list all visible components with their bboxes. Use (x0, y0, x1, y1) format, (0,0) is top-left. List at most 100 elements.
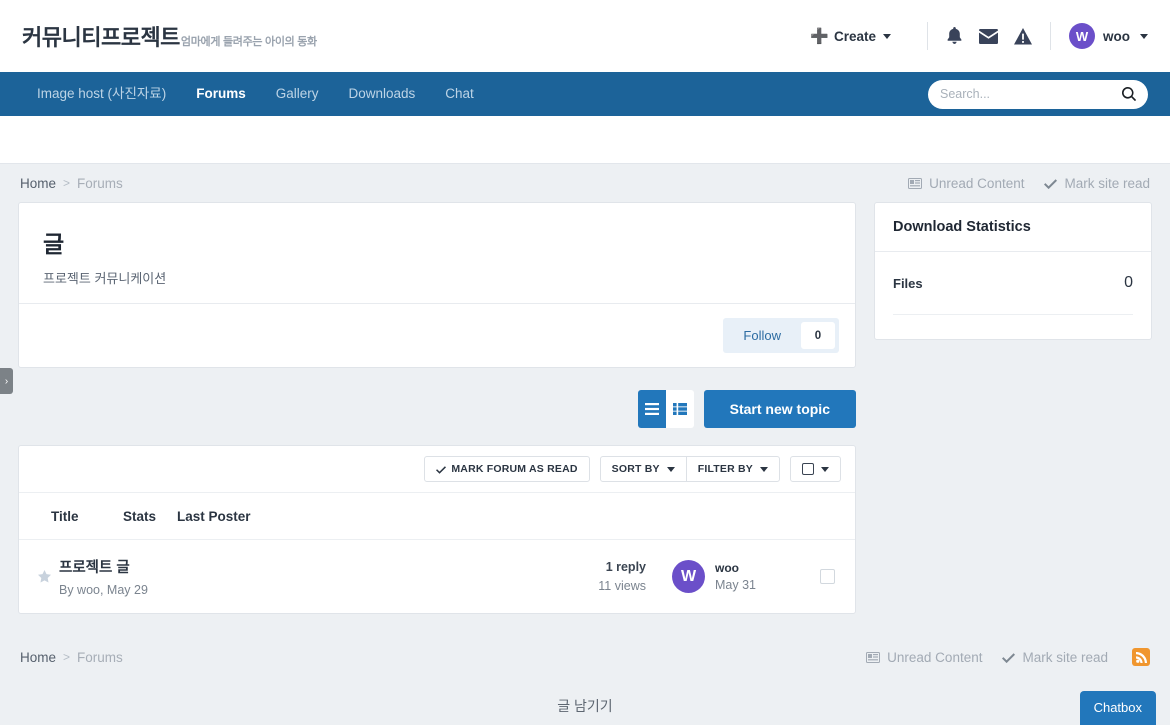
nav-item-gallery[interactable]: Gallery (261, 72, 334, 116)
search-input[interactable] (940, 87, 1122, 101)
rss-feed-icon[interactable] (1132, 648, 1150, 666)
site-footer: 글 남기기 Copyright 2009 ©YANODESIGN HP. 050… (18, 678, 1152, 725)
table-row[interactable]: 프로젝트 글 By woo, May 29 1 reply 11 views W… (19, 540, 855, 613)
mark-site-read-label: Mark site read (1064, 175, 1150, 191)
brand-tagline: 엄마에게 들려주는 아이의 동화 (180, 36, 317, 48)
chevron-down-icon (883, 33, 891, 39)
main-navigation: Image host (사진자료) Forums Gallery Downloa… (0, 72, 1170, 126)
download-statistics-panel: Download Statistics Files 0 (874, 202, 1152, 340)
footer-breadcrumb-home[interactable]: Home (20, 650, 56, 665)
footer-breadcrumb-separator: > (63, 650, 71, 664)
select-all-dropdown-button[interactable] (790, 456, 841, 482)
breadcrumb-current: Forums (77, 175, 123, 191)
star-icon[interactable] (33, 570, 55, 583)
forum-header-card: 글 프로젝트 커뮤니케이션 Follow 0 (18, 202, 856, 368)
check-icon (1044, 178, 1058, 189)
messages-envelope-icon[interactable] (979, 28, 998, 44)
nav-item-image-host[interactable]: Image host (사진자료) (22, 72, 181, 116)
chevron-right-icon: › (4, 375, 9, 387)
main-grid: 글 프로젝트 커뮤니케이션 Follow 0 Start new topic M… (18, 202, 1152, 614)
create-button-label: Create (833, 28, 876, 44)
check-icon (1002, 652, 1016, 663)
filter-by-button[interactable]: FILTER BY (685, 456, 780, 482)
stat-row-files: Files 0 (893, 274, 1133, 315)
footer-unread-content-link[interactable]: Unread Content (866, 650, 982, 665)
list-view-button[interactable] (637, 390, 666, 428)
brand-title: 커뮤니티프로젝트 (22, 25, 180, 50)
sidebar-expand-tab[interactable]: › (0, 368, 13, 394)
unread-content-link[interactable]: Unread Content (908, 176, 1024, 191)
chevron-down-icon (1140, 33, 1148, 39)
nav-item-downloads[interactable]: Downloads (334, 72, 431, 116)
follow-count-badge: 0 (801, 322, 835, 349)
chevron-down-icon (760, 466, 768, 472)
column-header-stats: Stats (123, 509, 157, 524)
column-header-title: Title (51, 509, 79, 524)
panel-spacer (893, 315, 1133, 333)
sidebar: Download Statistics Files 0 (874, 202, 1152, 340)
chevron-down-icon (821, 466, 829, 472)
nav-item-chat[interactable]: Chat (430, 72, 489, 116)
forum-description: 프로젝트 커뮤니케이션 (43, 271, 167, 286)
filter-by-label: FILTER BY (697, 463, 753, 475)
search-box (928, 79, 1148, 109)
footer-title: 글 남기기 (557, 698, 613, 714)
header-actions: ➕ Create W woo (810, 19, 1148, 53)
chevron-down-icon (666, 466, 675, 472)
topic-tools: Start new topic (18, 390, 856, 428)
search-button[interactable] (1122, 87, 1136, 101)
topic-title-link[interactable]: 프로젝트 글 (59, 556, 562, 577)
last-poster-name[interactable]: woo (715, 561, 756, 575)
site-brand[interactable]: 커뮤니티프로젝트 엄마에게 들려주는 아이의 동화 (22, 20, 317, 52)
footer-breadcrumb: Home > Forums Unread Content Mark site r… (18, 636, 1152, 678)
download-statistics-title: Download Statistics (875, 203, 1151, 252)
unread-content-icon (908, 177, 923, 189)
mark-site-read-link[interactable]: Mark site read (1044, 176, 1150, 191)
view-toggle-group (637, 390, 694, 428)
sort-by-button[interactable]: SORT BY (599, 456, 687, 482)
user-menu[interactable]: W woo (1069, 23, 1148, 49)
stat-label: Files (893, 275, 923, 291)
header-divider-2 (1050, 22, 1051, 50)
follow-button[interactable]: Follow (727, 322, 797, 349)
breadcrumb-home[interactable]: Home (20, 176, 56, 191)
footer-mark-site-read-link[interactable]: Mark site read (1002, 650, 1108, 665)
notifications-bell-icon[interactable] (946, 27, 963, 45)
avatar: W (672, 560, 705, 593)
topic-list-header: Title Stats Last Poster (19, 493, 855, 540)
unread-content-label: Unread Content (929, 175, 1025, 191)
nav-underband (0, 116, 1170, 164)
site-header: 커뮤니티프로젝트 엄마에게 들려주는 아이의 동화 ➕ Create W woo (0, 0, 1170, 72)
topic-reply-count: 1 reply (605, 560, 646, 575)
plus-icon: ➕ (810, 27, 829, 45)
nav-item-forums-label: Forums (196, 86, 246, 101)
row-checkbox[interactable] (820, 569, 835, 584)
breadcrumb: Home > Forums Unread Content Mark site r… (18, 164, 1152, 202)
page-title: 글 (43, 231, 64, 257)
breadcrumb-separator: > (63, 176, 71, 190)
mark-forum-as-read-button[interactable]: MARK FORUM AS READ (424, 456, 590, 482)
stat-value: 0 (1124, 274, 1133, 291)
user-menu-label: woo (1103, 28, 1130, 44)
start-new-topic-button[interactable]: Start new topic (703, 390, 856, 428)
footer-unread-content-label: Unread Content (887, 649, 983, 665)
topic-list-toolbar: MARK FORUM AS READ SORT BY FILTER BY (19, 446, 855, 493)
topic-list-card: MARK FORUM AS READ SORT BY FILTER BY Tit… (18, 445, 856, 614)
last-poster[interactable]: W woo May 31 (672, 560, 820, 593)
grid-view-button[interactable] (665, 390, 694, 428)
create-button[interactable]: ➕ Create (810, 29, 909, 44)
topic-view-count: 11 views (598, 578, 646, 593)
follow-group: Follow 0 (723, 318, 839, 353)
nav-item-forums[interactable]: Forums (181, 72, 261, 126)
active-tab-arrow-icon (212, 116, 229, 126)
unread-content-icon (866, 651, 881, 663)
footer-breadcrumb-current: Forums (77, 649, 123, 665)
topic-stats: 1 reply 11 views (562, 558, 646, 594)
alerts-warning-icon[interactable] (1014, 27, 1032, 45)
checkbox-icon (802, 463, 814, 475)
sort-by-label: SORT BY (611, 463, 660, 475)
footer-mark-site-read-label: Mark site read (1022, 649, 1108, 665)
topic-byline: By woo, May 29 (59, 583, 148, 597)
chatbox-button[interactable]: Chatbox (1079, 691, 1156, 725)
check-icon (436, 465, 447, 474)
